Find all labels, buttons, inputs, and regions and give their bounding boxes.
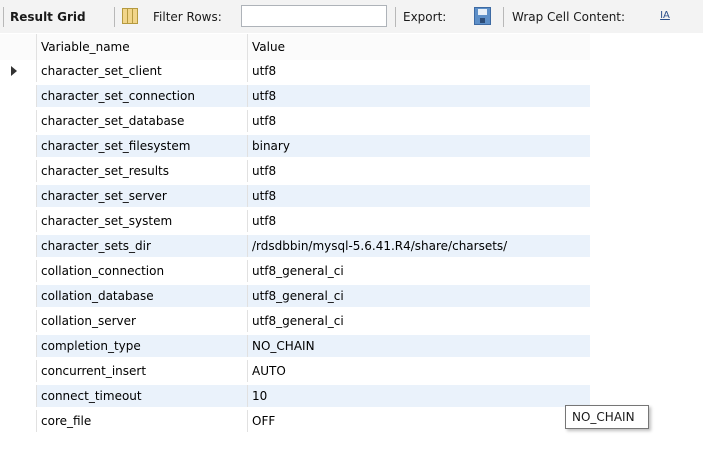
table-row[interactable]: character_set_client utf8 <box>0 60 590 82</box>
row-indicator[interactable] <box>0 135 37 157</box>
table-row[interactable]: concurrent_insert AUTO <box>0 360 590 382</box>
cell-variable-name[interactable]: character_set_server <box>37 185 248 207</box>
result-grid-label: Result Grid <box>10 10 86 24</box>
table-row[interactable]: character_set_system utf8 <box>0 210 590 232</box>
export-icon[interactable] <box>474 7 491 25</box>
cell-variable-name[interactable]: connect_timeout <box>37 385 248 407</box>
grid-layout-icon[interactable] <box>122 8 138 24</box>
cell-value[interactable]: utf8 <box>248 185 590 207</box>
table-row[interactable]: character_set_server utf8 <box>0 185 590 207</box>
table-row[interactable]: character_set_database utf8 <box>0 110 590 132</box>
cell-value[interactable]: OFF <box>248 410 590 432</box>
table-row[interactable]: collation_connection utf8_general_ci <box>0 260 590 282</box>
column-header-variable-name[interactable]: Variable_name <box>37 34 248 60</box>
cell-value[interactable]: utf8_general_ci <box>248 310 590 332</box>
toolbar-separator <box>3 7 4 27</box>
cell-variable-name[interactable]: collation_database <box>37 285 248 307</box>
cell-variable-name[interactable]: collation_server <box>37 310 248 332</box>
toolbar-separator <box>395 7 396 27</box>
row-indicator[interactable] <box>0 110 37 132</box>
row-indicator[interactable] <box>0 310 37 332</box>
row-indicator[interactable] <box>0 285 37 307</box>
cell-variable-name[interactable]: core_file <box>37 410 248 432</box>
cell-variable-name[interactable]: completion_type <box>37 335 248 357</box>
wrap-text-icon[interactable]: IA <box>657 8 673 24</box>
cell-tooltip: NO_CHAIN <box>565 405 649 429</box>
cell-variable-name[interactable]: character_sets_dir <box>37 235 248 257</box>
wrap-cell-content-label: Wrap Cell Content: <box>512 10 626 24</box>
table-row[interactable]: connect_timeout 10 <box>0 385 590 407</box>
row-indicator[interactable] <box>0 185 37 207</box>
table-row[interactable]: character_sets_dir/rdsdbbin/mysql-5.6.41… <box>0 235 590 257</box>
column-header-value[interactable]: Value <box>248 34 590 60</box>
cell-variable-name[interactable]: character_set_filesystem <box>37 135 248 157</box>
row-indicator[interactable] <box>0 160 37 182</box>
filter-rows-label: Filter Rows: <box>153 10 222 24</box>
cell-value[interactable]: NO_CHAIN <box>248 335 590 357</box>
current-row-caret-icon <box>11 66 17 76</box>
cell-value[interactable]: utf8 <box>248 85 590 107</box>
table-row[interactable]: character_set_connection utf8 <box>0 85 590 107</box>
cell-value[interactable]: utf8_general_ci <box>248 285 590 307</box>
result-grid[interactable]: Variable_name Value character_set_client… <box>0 34 703 469</box>
table-row[interactable]: character_set_results utf8 <box>0 160 590 182</box>
cell-variable-name[interactable]: concurrent_insert <box>37 360 248 382</box>
cell-value[interactable]: utf8_general_ci <box>248 260 590 282</box>
toolbar-separator <box>114 7 115 27</box>
cell-variable-name[interactable]: character_set_database <box>37 110 248 132</box>
row-indicator[interactable] <box>0 85 37 107</box>
result-grid-toolbar: Result Grid Filter Rows: Export: Wrap Ce… <box>0 0 703 33</box>
table-row[interactable]: collation_server utf8_general_ci <box>0 310 590 332</box>
table-row[interactable]: character_set_filesystem binary <box>0 135 590 157</box>
row-indicator[interactable] <box>0 235 37 257</box>
table-row[interactable]: core_file OFF <box>0 410 590 432</box>
row-indicator[interactable] <box>0 385 37 407</box>
table-row[interactable]: completion_type NO_CHAIN <box>0 335 590 357</box>
cell-variable-name[interactable]: character_set_client <box>37 60 248 82</box>
row-indicator-header <box>0 34 37 60</box>
cell-value[interactable]: binary <box>248 135 590 157</box>
cell-value[interactable]: utf8 <box>248 210 590 232</box>
export-label: Export: <box>403 10 447 24</box>
cell-value[interactable]: /rdsdbbin/mysql-5.6.41.R4/share/charsets… <box>248 235 590 257</box>
row-indicator[interactable] <box>0 210 37 232</box>
cell-value[interactable]: utf8 <box>248 110 590 132</box>
cell-value[interactable]: utf8 <box>248 160 590 182</box>
row-indicator[interactable] <box>0 360 37 382</box>
cell-variable-name[interactable]: character_set_connection <box>37 85 248 107</box>
cell-variable-name[interactable]: character_set_system <box>37 210 248 232</box>
row-indicator[interactable] <box>0 60 37 82</box>
cell-variable-name[interactable]: collation_connection <box>37 260 248 282</box>
row-indicator[interactable] <box>0 260 37 282</box>
cell-value[interactable]: 10 <box>248 385 590 407</box>
row-indicator[interactable] <box>0 410 37 432</box>
table-row[interactable]: collation_database utf8_general_ci <box>0 285 590 307</box>
cell-variable-name[interactable]: character_set_results <box>37 160 248 182</box>
row-indicator[interactable] <box>0 335 37 357</box>
cell-value[interactable]: AUTO <box>248 360 590 382</box>
toolbar-separator <box>503 7 504 27</box>
cell-value[interactable]: utf8 <box>248 60 590 82</box>
grid-header-row: Variable_name Value <box>0 34 590 60</box>
filter-rows-input[interactable] <box>241 5 387 27</box>
